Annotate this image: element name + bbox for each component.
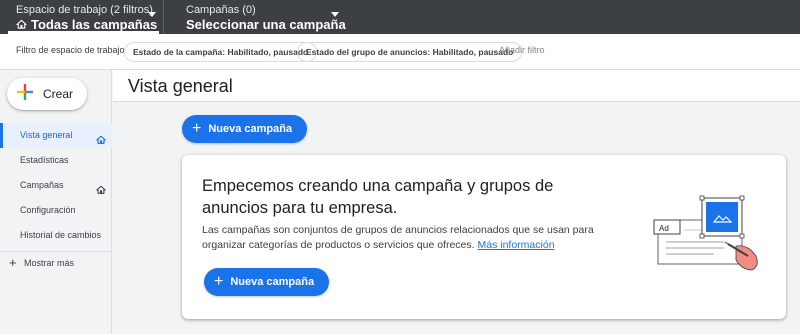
filter-chip-adgroup-status[interactable]: Estado del grupo de anuncios: Habilitado… — [297, 42, 523, 62]
sidebar-item-label: Campañas — [20, 180, 64, 190]
card-new-campaign-button[interactable]: + Nueva campaña — [204, 268, 329, 296]
sidebar-item-settings[interactable]: Configuración — [0, 198, 112, 223]
new-campaign-label: Nueva campaña — [208, 123, 293, 135]
page-header: Vista general — [113, 70, 800, 102]
workspace-filter-count: Espacio de trabajo (2 filtros) — [16, 4, 153, 16]
sidebar-item-label: Configuración — [20, 205, 76, 215]
plus-icon: + — [192, 120, 202, 137]
campaign-illustration: Ad — [644, 190, 764, 280]
home-icon — [16, 19, 27, 30]
show-more-label: Mostrar más — [24, 258, 75, 268]
card-title: Empecemos creando una campaña y grupos d… — [202, 177, 554, 217]
top-bar: Espacio de trabajo (2 filtros) Todas las… — [0, 0, 800, 34]
sidebar-nav: Vista general Estadísticas Campañas Conf… — [0, 123, 112, 248]
campaign-selector[interactable]: Campañas (0) Seleccionar una campaña — [186, 4, 346, 32]
create-button-label: Crear — [43, 87, 74, 101]
chevron-down-icon[interactable] — [148, 12, 156, 17]
create-button[interactable]: Crear — [7, 78, 87, 110]
empty-state-card: Empecemos creando una campaña y grupos d… — [182, 155, 786, 319]
learn-more-link[interactable]: Más información — [478, 239, 555, 251]
card-new-campaign-label: Nueva campaña — [230, 276, 315, 288]
campaign-select-label: Seleccionar una campaña — [186, 17, 346, 32]
page-title: Vista general — [128, 76, 233, 96]
plus-icon — [17, 83, 33, 105]
ad-label: Ad — [659, 224, 669, 233]
sidebar: Crear Vista general Estadísticas Campaña… — [0, 70, 112, 334]
workspace-title: Todas las campañas — [31, 17, 158, 32]
show-more-button[interactable]: + Mostrar más — [0, 251, 112, 273]
filter-chip-campaign-status[interactable]: Estado de la campaña: Habilitado, pausad… — [124, 42, 318, 62]
workspace-selector[interactable]: Espacio de trabajo (2 filtros) Todas las… — [0, 0, 164, 34]
card-body: Las campañas son conjuntos de grupos de … — [202, 223, 622, 253]
sidebar-item-label: Estadísticas — [20, 155, 69, 165]
chevron-down-icon[interactable] — [331, 12, 339, 17]
filter-label: Filtro de espacio de trabajo — [16, 45, 125, 55]
new-campaign-button[interactable]: + Nueva campaña — [182, 115, 307, 143]
workspace-title-row: Todas las campañas — [16, 17, 163, 32]
sidebar-item-statistics[interactable]: Estadísticas — [0, 148, 112, 173]
sidebar-item-change-history[interactable]: Historial de cambios — [0, 223, 112, 248]
sidebar-item-label: Vista general — [20, 130, 73, 140]
filter-bar: Filtro de espacio de trabajo Estado de l… — [0, 34, 800, 70]
plus-icon: + — [9, 255, 17, 270]
plus-icon: + — [214, 273, 224, 290]
campaign-count: Campañas (0) — [186, 4, 256, 16]
sidebar-item-campaigns[interactable]: Campañas — [0, 173, 112, 198]
sidebar-item-overview[interactable]: Vista general — [0, 123, 112, 148]
add-filter-button[interactable]: Añadir filtro — [499, 45, 545, 55]
sidebar-item-label: Historial de cambios — [20, 230, 102, 240]
